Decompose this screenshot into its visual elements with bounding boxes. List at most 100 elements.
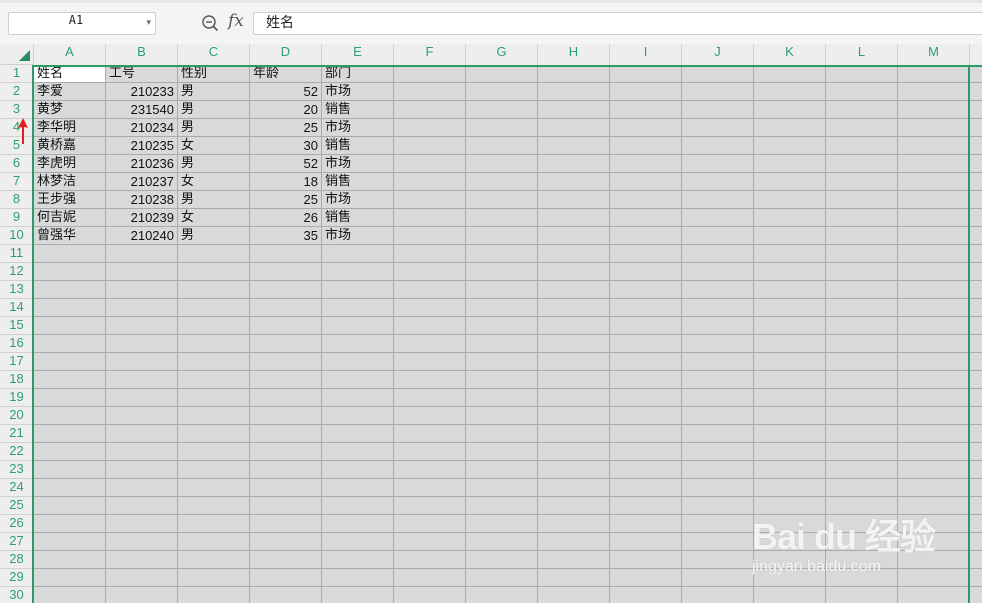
column-header-k[interactable]: K <box>754 44 826 65</box>
column-header-m[interactable]: M <box>898 44 970 65</box>
cell-d7[interactable]: 18 <box>250 173 321 191</box>
column-header-l[interactable]: L <box>826 44 898 65</box>
column-header-b[interactable]: B <box>106 44 178 65</box>
row-header-8[interactable]: 8 <box>0 191 33 209</box>
column-header-j[interactable]: J <box>682 44 754 65</box>
select-all-corner[interactable] <box>0 44 34 65</box>
row-header-12[interactable]: 12 <box>0 263 33 281</box>
cell-c4[interactable]: 男 <box>178 119 249 137</box>
cell-d6[interactable]: 52 <box>250 155 321 173</box>
cell-c5[interactable]: 女 <box>178 137 249 155</box>
name-box[interactable]: A1 ▾ <box>8 12 156 35</box>
cell-b1[interactable]: 工号 <box>106 65 177 83</box>
cell-c1[interactable]: 性别 <box>178 65 249 83</box>
row-header-5[interactable]: 5 <box>0 137 33 155</box>
cell-e2[interactable]: 市场 <box>322 83 393 101</box>
cell-a4[interactable]: 李华明 <box>34 119 105 137</box>
row-header-13[interactable]: 13 <box>0 281 33 299</box>
cell-e8[interactable]: 市场 <box>322 191 393 209</box>
row-header-7[interactable]: 7 <box>0 173 33 191</box>
cell-c7[interactable]: 女 <box>178 173 249 191</box>
row-header-6[interactable]: 6 <box>0 155 33 173</box>
column-header-f[interactable]: F <box>394 44 466 65</box>
cell-a2[interactable]: 李爱 <box>34 83 105 101</box>
formula-input[interactable]: 姓名 <box>253 12 982 35</box>
row-header-29[interactable]: 29 <box>0 569 33 587</box>
column-header-d[interactable]: D <box>250 44 322 65</box>
cell-b4[interactable]: 210234 <box>106 119 177 137</box>
chevron-down-icon[interactable]: ▾ <box>146 13 151 34</box>
cell-c9[interactable]: 女 <box>178 209 249 227</box>
row-header-2[interactable]: 2 <box>0 83 33 101</box>
row-header-23[interactable]: 23 <box>0 461 33 479</box>
zoom-out-icon[interactable] <box>201 14 219 32</box>
cell-e1[interactable]: 部门 <box>322 65 393 83</box>
cell-a3[interactable]: 黄梦 <box>34 101 105 119</box>
row-header-16[interactable]: 16 <box>0 335 33 353</box>
row-header-24[interactable]: 24 <box>0 479 33 497</box>
cell-b3[interactable]: 231540 <box>106 101 177 119</box>
cell-d3[interactable]: 20 <box>250 101 321 119</box>
cell-c10[interactable]: 男 <box>178 227 249 245</box>
row-header-26[interactable]: 26 <box>0 515 33 533</box>
cell-e10[interactable]: 市场 <box>322 227 393 245</box>
column-header-g[interactable]: G <box>466 44 538 65</box>
cell-e4[interactable]: 市场 <box>322 119 393 137</box>
cell-b2[interactable]: 210233 <box>106 83 177 101</box>
row-header-1[interactable]: 1 <box>0 65 33 83</box>
cell-b10[interactable]: 210240 <box>106 227 177 245</box>
cell-d8[interactable]: 25 <box>250 191 321 209</box>
cell-b5[interactable]: 210235 <box>106 137 177 155</box>
row-header-30[interactable]: 30 <box>0 587 33 603</box>
row-header-25[interactable]: 25 <box>0 497 33 515</box>
cell-e7[interactable]: 销售 <box>322 173 393 191</box>
row-header-27[interactable]: 27 <box>0 533 33 551</box>
fx-icon[interactable]: fx <box>228 11 244 31</box>
cell-e9[interactable]: 销售 <box>322 209 393 227</box>
cell-d10[interactable]: 35 <box>250 227 321 245</box>
row-header-22[interactable]: 22 <box>0 443 33 461</box>
column-header-a[interactable]: A <box>34 44 106 65</box>
column-header-e[interactable]: E <box>322 44 394 65</box>
cell-d1[interactable]: 年龄 <box>250 65 321 83</box>
row-header-14[interactable]: 14 <box>0 299 33 317</box>
row-header-15[interactable]: 15 <box>0 317 33 335</box>
cell-c6[interactable]: 男 <box>178 155 249 173</box>
cell-e3[interactable]: 销售 <box>322 101 393 119</box>
cell-b6[interactable]: 210236 <box>106 155 177 173</box>
row-header-19[interactable]: 19 <box>0 389 33 407</box>
row-header-20[interactable]: 20 <box>0 407 33 425</box>
cell-e5[interactable]: 销售 <box>322 137 393 155</box>
cell-c2[interactable]: 男 <box>178 83 249 101</box>
cell-a5[interactable]: 黄桥嘉 <box>34 137 105 155</box>
cell-a7[interactable]: 林梦洁 <box>34 173 105 191</box>
cell-a10[interactable]: 曾强华 <box>34 227 105 245</box>
column-header-c[interactable]: C <box>178 44 250 65</box>
row-header-9[interactable]: 9 <box>0 209 33 227</box>
row-header-18[interactable]: 18 <box>0 371 33 389</box>
row-header-21[interactable]: 21 <box>0 425 33 443</box>
row-header-28[interactable]: 28 <box>0 551 33 569</box>
cell-b7[interactable]: 210237 <box>106 173 177 191</box>
column-header-h[interactable]: H <box>538 44 610 65</box>
row-header-4[interactable]: 4 <box>0 119 33 137</box>
cell-b8[interactable]: 210238 <box>106 191 177 209</box>
cell-e6[interactable]: 市场 <box>322 155 393 173</box>
cell-b9[interactable]: 210239 <box>106 209 177 227</box>
row-header-10[interactable]: 10 <box>0 227 33 245</box>
column-header-i[interactable]: I <box>610 44 682 65</box>
cell-d2[interactable]: 52 <box>250 83 321 101</box>
cell-a8[interactable]: 王步强 <box>34 191 105 209</box>
cell-d4[interactable]: 25 <box>250 119 321 137</box>
row-header-11[interactable]: 11 <box>0 245 33 263</box>
row-header-3[interactable]: 3 <box>0 101 33 119</box>
row-header-17[interactable]: 17 <box>0 353 33 371</box>
cell-grid[interactable]: 姓名 工号 性别 年龄 部门 李爱 210233 男 52 市场 黄梦 231540 男 20 销售 李华明 2… <box>34 65 982 603</box>
cell-a9[interactable]: 何吉妮 <box>34 209 105 227</box>
cell-d5[interactable]: 30 <box>250 137 321 155</box>
cell-c8[interactable]: 男 <box>178 191 249 209</box>
cell-a6[interactable]: 李虎明 <box>34 155 105 173</box>
cell-d9[interactable]: 26 <box>250 209 321 227</box>
cell-a1[interactable]: 姓名 <box>34 65 105 83</box>
cell-c3[interactable]: 男 <box>178 101 249 119</box>
